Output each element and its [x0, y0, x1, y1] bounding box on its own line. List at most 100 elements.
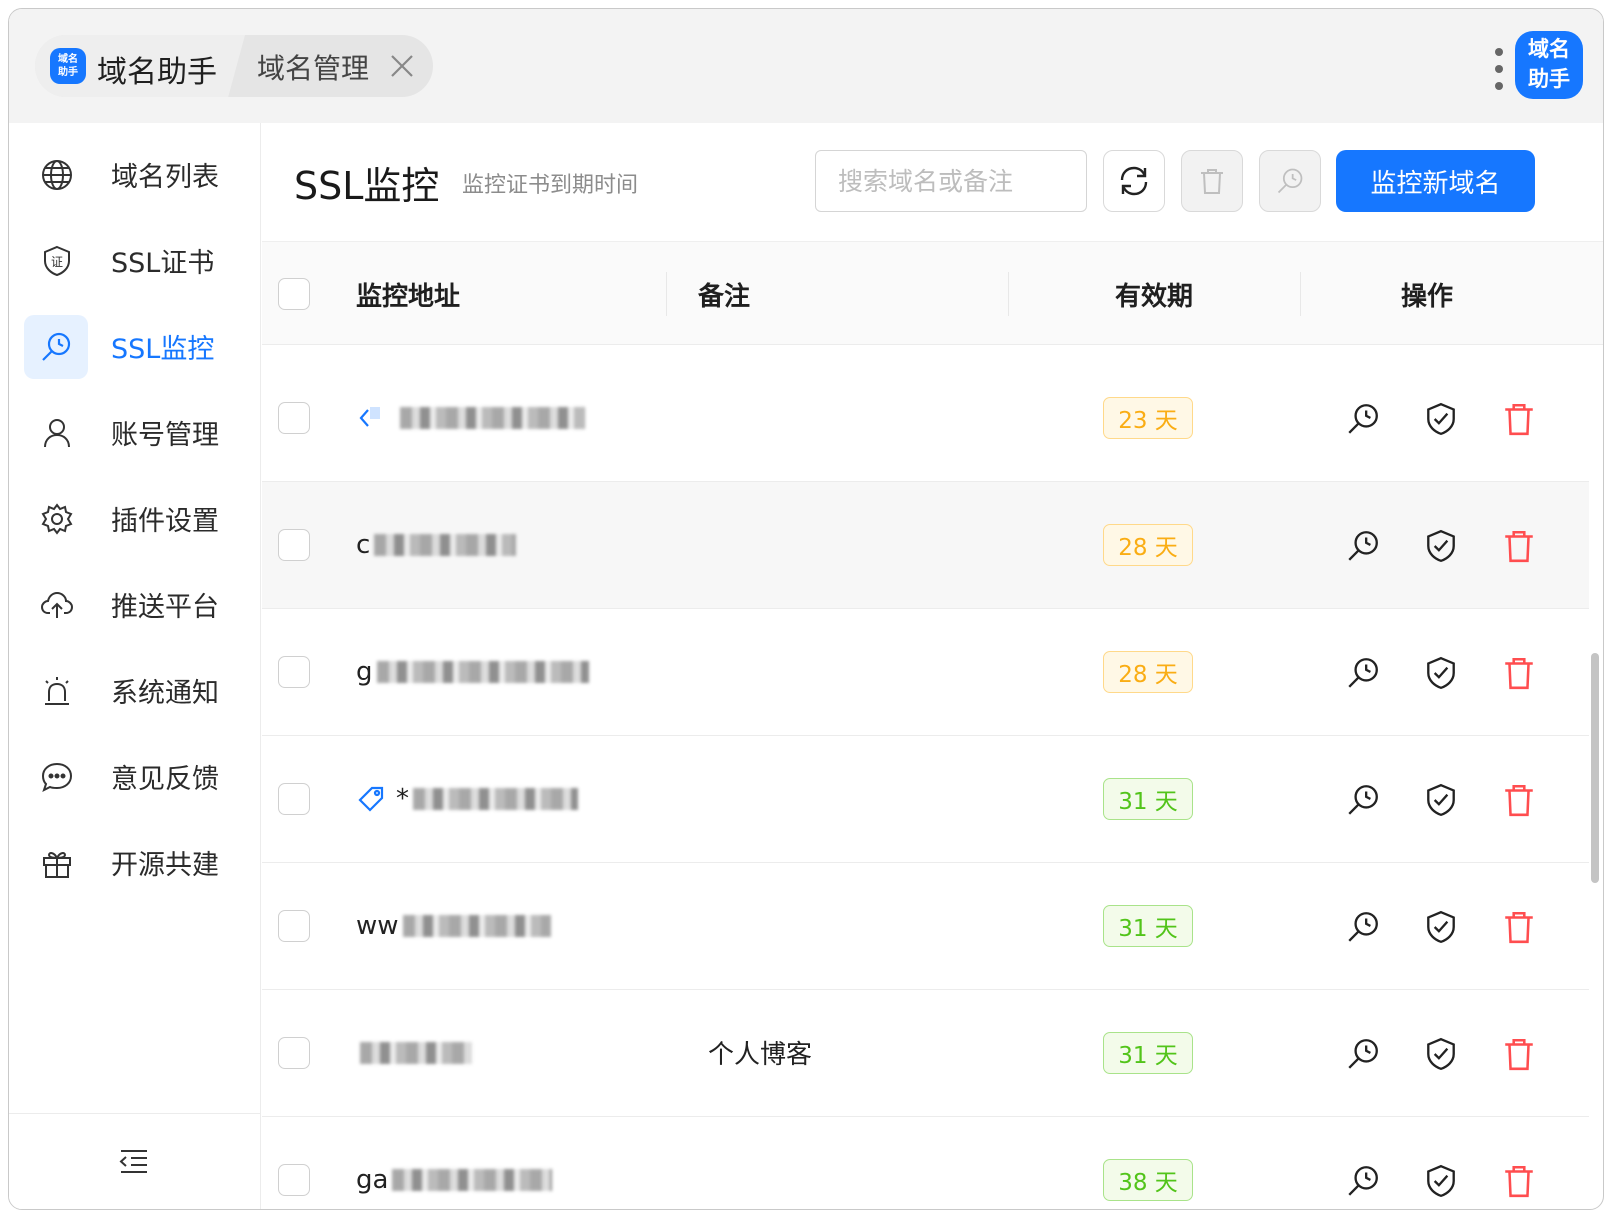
- tab-strip: 域名 助手 域名助手 域名管理: [35, 35, 433, 97]
- shield-check-icon[interactable]: [1423, 528, 1459, 564]
- table-row[interactable]: * 31 天: [262, 736, 1589, 863]
- sidebar-item-open-source[interactable]: 开源共建: [9, 831, 261, 895]
- close-icon[interactable]: [385, 49, 419, 83]
- table-row[interactable]: ww 31 天: [262, 863, 1589, 990]
- trash-icon[interactable]: [1501, 909, 1537, 945]
- row-checkbox[interactable]: [278, 529, 310, 561]
- svg-text:证: 证: [51, 255, 63, 269]
- sidebar-item-push-platform[interactable]: 推送平台: [9, 573, 261, 637]
- table-row[interactable]: c 28 天: [262, 482, 1589, 609]
- column-divider: [1008, 272, 1009, 316]
- redacted-domain: [413, 788, 578, 810]
- table-row[interactable]: ga 38 天: [262, 1117, 1589, 1209]
- row-checkbox[interactable]: [278, 1037, 310, 1069]
- trash-icon[interactable]: [1501, 655, 1537, 691]
- sidebar-item-label: 域名列表: [111, 162, 219, 193]
- select-all-checkbox[interactable]: [278, 278, 310, 310]
- trash-icon[interactable]: [1501, 1036, 1537, 1072]
- redacted-domain: [376, 661, 589, 683]
- days-remaining-badge: 31 天: [1103, 905, 1193, 947]
- avatar[interactable]: 域名 助手: [1515, 31, 1583, 99]
- table-body: 23 天 c 28 天 g 28 天 * 31 天 ww 31 天 个人博客 3…: [262, 355, 1589, 1209]
- app-window: 域名 助手 域名助手 域名管理 域名 助手 域名列表 证 SSL证书 SSL监控…: [8, 8, 1604, 1210]
- sidebar-item-label: 意见反馈: [111, 764, 219, 795]
- main-content: SSL监控 监控证书到期时间 监控新域名: [262, 123, 1603, 1209]
- tab-domain-management[interactable]: 域名管理: [257, 47, 369, 87]
- trash-icon[interactable]: [1501, 528, 1537, 564]
- column-divider: [666, 272, 667, 316]
- sidebar-item-label: 开源共建: [111, 850, 219, 881]
- ssl-check-icon[interactable]: [1345, 528, 1381, 564]
- more-vertical-icon[interactable]: [1493, 47, 1505, 95]
- ssl-check-icon: [1277, 168, 1303, 194]
- sidebar-item-label: SSL证书: [111, 248, 215, 279]
- refresh-button[interactable]: [1103, 150, 1165, 212]
- table-row[interactable]: g 28 天: [262, 609, 1589, 736]
- column-header-note[interactable]: 备注: [698, 276, 750, 313]
- sidebar: 域名列表 证 SSL证书 SSL监控 账号管理 插件设置 推送平台 系统通知 意…: [9, 123, 261, 1209]
- refresh-icon: [1120, 166, 1148, 196]
- days-remaining-badge: 31 天: [1103, 778, 1193, 820]
- scrollbar[interactable]: [1591, 653, 1599, 883]
- trash-icon[interactable]: [1501, 1163, 1537, 1199]
- ssl-check-icon[interactable]: [1345, 782, 1381, 818]
- column-divider: [1300, 272, 1301, 316]
- certificate-shield-icon: 证: [35, 239, 79, 283]
- ssl-check-icon[interactable]: [1345, 401, 1381, 437]
- shield-check-icon[interactable]: [1423, 782, 1459, 818]
- ssl-check-icon[interactable]: [1345, 655, 1381, 691]
- days-remaining-badge: 23 天: [1103, 397, 1193, 439]
- sidebar-item-notifications[interactable]: 系统通知: [9, 659, 261, 723]
- shield-check-icon[interactable]: [1423, 1036, 1459, 1072]
- redacted-domain: [374, 534, 517, 556]
- sidebar-item-feedback[interactable]: 意见反馈: [9, 745, 261, 809]
- code-tag-icon: [359, 407, 380, 427]
- add-monitor-button[interactable]: 监控新域名: [1336, 150, 1535, 212]
- shield-check-icon[interactable]: [1423, 401, 1459, 437]
- ssl-check-icon[interactable]: [1345, 1036, 1381, 1072]
- domain-cell: c: [356, 526, 517, 564]
- ssl-check-icon[interactable]: [1345, 1163, 1381, 1199]
- table-header: 监控地址 备注 有效期 操作: [262, 241, 1603, 345]
- row-checkbox[interactable]: [278, 910, 310, 942]
- cloud-upload-icon: [35, 583, 79, 627]
- sidebar-item-plugin-settings[interactable]: 插件设置: [9, 487, 261, 551]
- globe-icon: [35, 153, 79, 197]
- chat-icon: [35, 755, 79, 799]
- sidebar-item-label: 账号管理: [111, 420, 219, 451]
- domain-prefix: ww: [356, 911, 399, 941]
- shield-check-icon[interactable]: [1423, 655, 1459, 691]
- gift-icon: [35, 841, 79, 885]
- redacted-domain: [402, 915, 551, 937]
- table-row[interactable]: 23 天: [262, 355, 1589, 482]
- column-header-address[interactable]: 监控地址: [356, 276, 460, 313]
- trash-icon[interactable]: [1501, 401, 1537, 437]
- batch-check-button[interactable]: [1259, 150, 1321, 212]
- domain-cell: ww: [356, 907, 551, 945]
- batch-delete-button[interactable]: [1181, 150, 1243, 212]
- shield-check-icon[interactable]: [1423, 1163, 1459, 1199]
- sidebar-item-account[interactable]: 账号管理: [9, 401, 261, 465]
- search-input[interactable]: [815, 150, 1087, 212]
- redacted-domain: [400, 407, 585, 429]
- avatar-line-1: 域名: [1528, 37, 1570, 61]
- note-cell: 个人博客: [708, 1040, 813, 1070]
- days-remaining-badge: 28 天: [1103, 524, 1193, 566]
- row-checkbox[interactable]: [278, 1164, 310, 1196]
- trash-icon[interactable]: [1501, 782, 1537, 818]
- row-checkbox[interactable]: [278, 402, 310, 434]
- table-row[interactable]: 个人博客 31 天: [262, 990, 1589, 1117]
- column-header-validity[interactable]: 有效期: [1115, 276, 1193, 313]
- sidebar-item-domain-list[interactable]: 域名列表: [9, 143, 261, 207]
- row-checkbox[interactable]: [278, 783, 310, 815]
- sidebar-item-ssl-monitor[interactable]: SSL监控: [9, 315, 261, 379]
- page-title: SSL监控: [294, 164, 440, 208]
- shield-check-icon[interactable]: [1423, 909, 1459, 945]
- sidebar-item-label: 插件设置: [111, 506, 219, 537]
- ssl-check-icon[interactable]: [1345, 909, 1381, 945]
- sidebar-item-ssl-cert[interactable]: 证 SSL证书: [9, 229, 261, 293]
- days-remaining-badge: 38 天: [1103, 1159, 1193, 1201]
- row-checkbox[interactable]: [278, 656, 310, 688]
- collapse-menu-icon[interactable]: [117, 1144, 151, 1178]
- ssl-monitor-search-icon: [24, 315, 88, 379]
